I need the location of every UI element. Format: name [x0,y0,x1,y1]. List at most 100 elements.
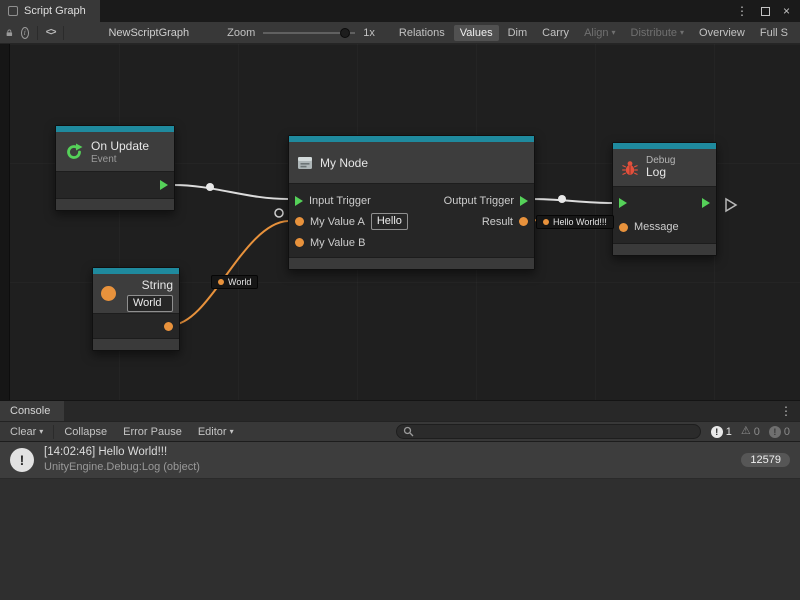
node-title: Log [646,166,675,180]
string-value-field[interactable]: World [127,295,173,312]
result-port[interactable] [519,217,528,226]
collapse-count-badge: 12579 [741,453,790,467]
info-icon[interactable]: i [21,27,29,39]
wire-onupdate-to-input-trigger[interactable] [173,185,288,199]
error-pause-button[interactable]: Error Pause [117,425,188,439]
graph-toolbar-buttons: Relations Values Dim Carry Align ▾ Distr… [393,25,794,41]
info-message-icon: ! [711,426,723,438]
input-trigger-port[interactable] [295,196,303,206]
node-debug-log[interactable]: Debug Log Message [612,142,717,256]
close-icon[interactable]: × [783,4,790,18]
search-icon [403,426,414,437]
node-footer [56,198,174,210]
zoom-slider-knob[interactable] [340,28,350,38]
collapse-button[interactable]: Collapse [58,425,113,439]
console-toolbar: Clear ▾ Collapse Error Pause Editor ▾ ! … [0,421,800,442]
wire-value-label-hello-world: Hello World!!! [536,215,614,229]
distribute-button[interactable]: Distribute ▾ [625,25,690,41]
zoom-slider[interactable] [263,27,355,39]
log-message: [14:02:46] Hello World!!! [44,445,200,461]
tab-script-graph[interactable]: Script Graph [0,0,100,22]
my-value-b-port[interactable] [295,238,304,247]
graph-canvas[interactable]: On Update Event [0,44,800,400]
port-label: My Value B [310,237,365,249]
error-icon: ! [769,426,781,438]
my-value-a-field[interactable]: Hello [371,213,408,230]
wire-output-trigger-to-debug[interactable] [531,199,612,203]
lock-icon[interactable] [6,27,13,39]
toolbar-separator [63,26,64,40]
node-footer [289,257,534,269]
window-tab-bar: Script Graph ⋮ × [0,0,800,22]
align-button[interactable]: Align ▾ [578,25,621,41]
console-log-list[interactable]: ! [14:02:46] Hello World!!! UnityEngine.… [0,442,800,600]
node-string[interactable]: String World [92,267,180,351]
value-dot-icon [218,279,224,285]
port-label: Output Trigger [444,195,514,207]
zoom-value: 1x [363,27,375,39]
trigger-output-port[interactable] [160,180,168,190]
string-literal-icon [101,286,116,301]
port-label: Result [482,216,513,228]
values-button[interactable]: Values [454,25,499,41]
script-graph-icon [8,6,18,16]
graph-name-label: NewScriptGraph [108,27,189,39]
chevron-down-icon: ▾ [680,28,684,37]
debug-input-trigger-port[interactable] [619,198,627,208]
unity-script-graph-window: Script Graph ⋮ × i <> NewScriptGraph Zoo… [0,0,800,600]
wire-string-to-my-value-a[interactable] [171,221,288,325]
tab-label: Script Graph [24,5,86,17]
full-screen-button[interactable]: Full S [754,25,794,41]
node-subtitle: Event [91,154,149,165]
carry-button[interactable]: Carry [536,25,575,41]
log-info-icon: ! [10,448,34,472]
port-label: Message [634,221,679,233]
relations-button[interactable]: Relations [393,25,451,41]
wire-flow-dot [558,195,566,203]
unconnected-port-circle[interactable] [275,209,283,217]
node-footer [613,243,716,255]
console-search-input[interactable] [396,424,701,439]
tab-console[interactable]: Console [0,401,64,421]
edit-code-icon[interactable]: <> [46,27,56,38]
output-trigger-port[interactable] [520,196,528,206]
overview-button[interactable]: Overview [693,25,751,41]
wire-value-label-world: World [211,275,258,289]
chevron-down-icon: ▾ [230,427,234,436]
console-kebab-menu-icon[interactable]: ⋮ [772,401,800,421]
console-count-badges: ! 1 ⚠ 0 ! 0 [705,426,796,438]
console-panel: Console ⋮ Clear ▾ Collapse Error Pause E… [0,400,800,600]
graph-toolbar: i <> NewScriptGraph Zoom 1x Relations Va… [0,22,800,44]
play-indicator-icon [726,199,736,211]
window-controls: ⋮ × [736,0,800,22]
kebab-menu-icon[interactable]: ⋮ [736,4,748,18]
node-on-update[interactable]: On Update Event [55,125,175,211]
editor-dropdown[interactable]: Editor ▾ [192,425,240,439]
node-title: On Update [91,139,149,153]
node-title: My Node [320,156,368,170]
log-stacktrace: UnityEngine.Debug:Log (object) [44,460,200,475]
event-loop-icon [64,142,84,162]
bug-icon [621,159,639,177]
console-tab-bar: Console ⋮ [0,401,800,421]
node-my-node[interactable]: My Node Input Trigger Output Trigger My … [288,135,535,270]
debug-output-trigger-port[interactable] [702,198,710,208]
dim-button[interactable]: Dim [502,25,534,41]
warning-icon: ⚠ [741,426,751,437]
toolbar-separator [53,425,54,439]
port-label: My Value A [310,216,365,228]
my-value-a-port[interactable] [295,217,304,226]
value-dot-icon [543,219,549,225]
info-count-toggle[interactable]: ! 1 [711,426,732,438]
console-log-entry[interactable]: ! [14:02:46] Hello World!!! UnityEngine.… [0,442,800,479]
toolbar-separator [37,26,38,40]
warning-count-toggle[interactable]: ⚠ 0 [741,426,760,438]
node-title: String [142,278,173,292]
message-port[interactable] [619,223,628,232]
clear-button[interactable]: Clear ▾ [4,425,49,439]
error-count-toggle[interactable]: ! 0 [769,426,790,438]
port-label: Input Trigger [309,195,371,207]
string-output-port[interactable] [164,322,173,331]
maximize-icon[interactable] [761,7,770,16]
zoom-label: Zoom [227,27,255,39]
